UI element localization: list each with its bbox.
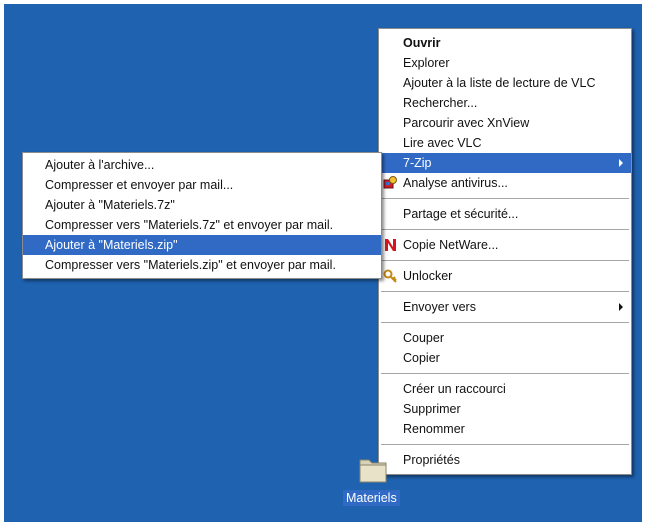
submenu-item-label: Compresser vers "Materiels.7z" et envoye… [45, 218, 334, 232]
menu-separator [381, 373, 629, 374]
menu-item-lire-vlc[interactable]: Lire avec VLC [379, 133, 631, 153]
submenu-item-ajouter-7z[interactable]: Ajouter à "Materiels.7z" [23, 195, 381, 215]
menu-separator [381, 322, 629, 323]
submenu-item-compresser-mail[interactable]: Compresser et envoyer par mail... [23, 175, 381, 195]
folder-icon[interactable] [356, 452, 390, 486]
unlocker-icon [383, 269, 397, 283]
menu-item-raccourci[interactable]: Créer un raccourci [379, 379, 631, 399]
menu-item-supprimer[interactable]: Supprimer [379, 399, 631, 419]
submenu-item-label: Ajouter à "Materiels.zip" [45, 238, 178, 252]
menu-item-vlc-playlist[interactable]: Ajouter à la liste de lecture de VLC [379, 73, 631, 93]
menu-item-renommer[interactable]: Renommer [379, 419, 631, 439]
menu-item-label: Ajouter à la liste de lecture de VLC [403, 76, 596, 90]
submenu-arrow-icon [619, 303, 623, 311]
submenu-item-label: Ajouter à "Materiels.7z" [45, 198, 175, 212]
desktop: Ouvrir Explorer Ajouter à la liste de le… [4, 4, 642, 522]
submenu-item-compresser-zip-mail[interactable]: Compresser vers "Materiels.zip" et envoy… [23, 255, 381, 275]
folder-label[interactable]: Materiels [343, 490, 400, 506]
menu-item-label: Propriétés [403, 453, 460, 467]
submenu-item-label: Compresser et envoyer par mail... [45, 178, 234, 192]
submenu-item-ajouter-zip[interactable]: Ajouter à "Materiels.zip" [23, 235, 381, 255]
menu-separator [381, 260, 629, 261]
menu-item-xnview[interactable]: Parcourir avec XnView [379, 113, 631, 133]
menu-item-rechercher[interactable]: Rechercher... [379, 93, 631, 113]
menu-item-label: Copie NetWare... [403, 238, 499, 252]
menu-item-label: Copier [403, 351, 440, 365]
submenu-7zip: Ajouter à l'archive... Compresser et env… [22, 152, 382, 279]
submenu-arrow-icon [619, 159, 623, 167]
menu-separator [381, 198, 629, 199]
menu-item-proprietes[interactable]: Propriétés [379, 450, 631, 470]
menu-item-label: Lire avec VLC [403, 136, 482, 150]
menu-item-label: Renommer [403, 422, 465, 436]
menu-item-unlocker[interactable]: Unlocker [379, 266, 631, 286]
menu-item-label: Envoyer vers [403, 300, 476, 314]
menu-item-label: Explorer [403, 56, 450, 70]
context-menu: Ouvrir Explorer Ajouter à la liste de le… [378, 28, 632, 475]
menu-item-label: Analyse antivirus... [403, 176, 508, 190]
menu-separator [381, 444, 629, 445]
menu-item-label: Couper [403, 331, 444, 345]
menu-item-label: Rechercher... [403, 96, 478, 110]
submenu-item-label: Ajouter à l'archive... [45, 158, 155, 172]
menu-item-label: 7-Zip [403, 156, 432, 170]
menu-item-7zip[interactable]: 7-Zip [379, 153, 631, 173]
menu-separator [381, 291, 629, 292]
menu-item-label: Partage et sécurité... [403, 207, 519, 221]
submenu-item-label: Compresser vers "Materiels.zip" et envoy… [45, 258, 336, 272]
netware-icon [385, 239, 396, 251]
menu-item-copier[interactable]: Copier [379, 348, 631, 368]
menu-item-envoyer-vers[interactable]: Envoyer vers [379, 297, 631, 317]
menu-item-label: Unlocker [403, 269, 453, 283]
menu-item-label: Créer un raccourci [403, 382, 506, 396]
menu-item-partage[interactable]: Partage et sécurité... [379, 204, 631, 224]
antivirus-icon [383, 176, 397, 189]
menu-item-ouvrir[interactable]: Ouvrir [379, 33, 631, 53]
menu-separator [381, 229, 629, 230]
menu-item-label: Supprimer [403, 402, 461, 416]
submenu-item-ajouter-archive[interactable]: Ajouter à l'archive... [23, 155, 381, 175]
menu-item-couper[interactable]: Couper [379, 328, 631, 348]
menu-item-label: Ouvrir [403, 36, 441, 50]
menu-item-explorer[interactable]: Explorer [379, 53, 631, 73]
menu-item-antivirus[interactable]: Analyse antivirus... [379, 173, 631, 193]
submenu-item-compresser-7z-mail[interactable]: Compresser vers "Materiels.7z" et envoye… [23, 215, 381, 235]
menu-item-netware[interactable]: Copie NetWare... [379, 235, 631, 255]
menu-item-label: Parcourir avec XnView [403, 116, 530, 130]
